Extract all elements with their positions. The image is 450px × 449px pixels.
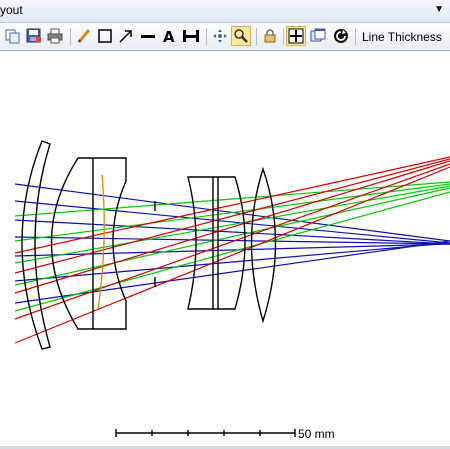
pan-icon[interactable] <box>210 26 230 46</box>
line-thickness-dropdown[interactable]: Line Thickness <box>362 30 442 44</box>
scale-bar <box>115 429 296 437</box>
rectangle-icon[interactable] <box>95 26 115 46</box>
zoom-icon[interactable] <box>231 26 251 46</box>
window-title: yout <box>0 3 23 17</box>
lens-element-2 <box>50 157 127 330</box>
window-icon[interactable] <box>308 26 328 46</box>
copy-icon[interactable] <box>3 26 23 46</box>
text-icon[interactable]: A <box>159 26 179 46</box>
menu-caret-icon[interactable]: ▼ <box>434 4 444 15</box>
line-icon[interactable] <box>138 26 158 46</box>
lens-elements <box>21 140 277 350</box>
toolbar: A Line Thickness <box>0 23 450 51</box>
save-icon[interactable] <box>24 26 44 46</box>
ray-bundle-blue <box>14 183 450 304</box>
lens-element-3 <box>187 176 246 310</box>
lens-element-1 <box>21 140 51 350</box>
scale-bar-label: 50 mm <box>298 427 335 441</box>
fit-icon[interactable] <box>286 26 306 46</box>
title-bar: yout ▼ <box>0 0 450 23</box>
lock-icon[interactable] <box>260 26 280 46</box>
refresh-icon[interactable] <box>331 26 351 46</box>
print-icon[interactable] <box>45 26 65 46</box>
arrow-icon[interactable] <box>116 26 136 46</box>
pencil-icon[interactable] <box>74 26 94 46</box>
svg-text:A: A <box>163 28 175 44</box>
ray-bundle-green <box>14 181 450 312</box>
dimension-icon[interactable] <box>181 26 201 46</box>
layout-canvas: 50 mm <box>14 140 450 441</box>
